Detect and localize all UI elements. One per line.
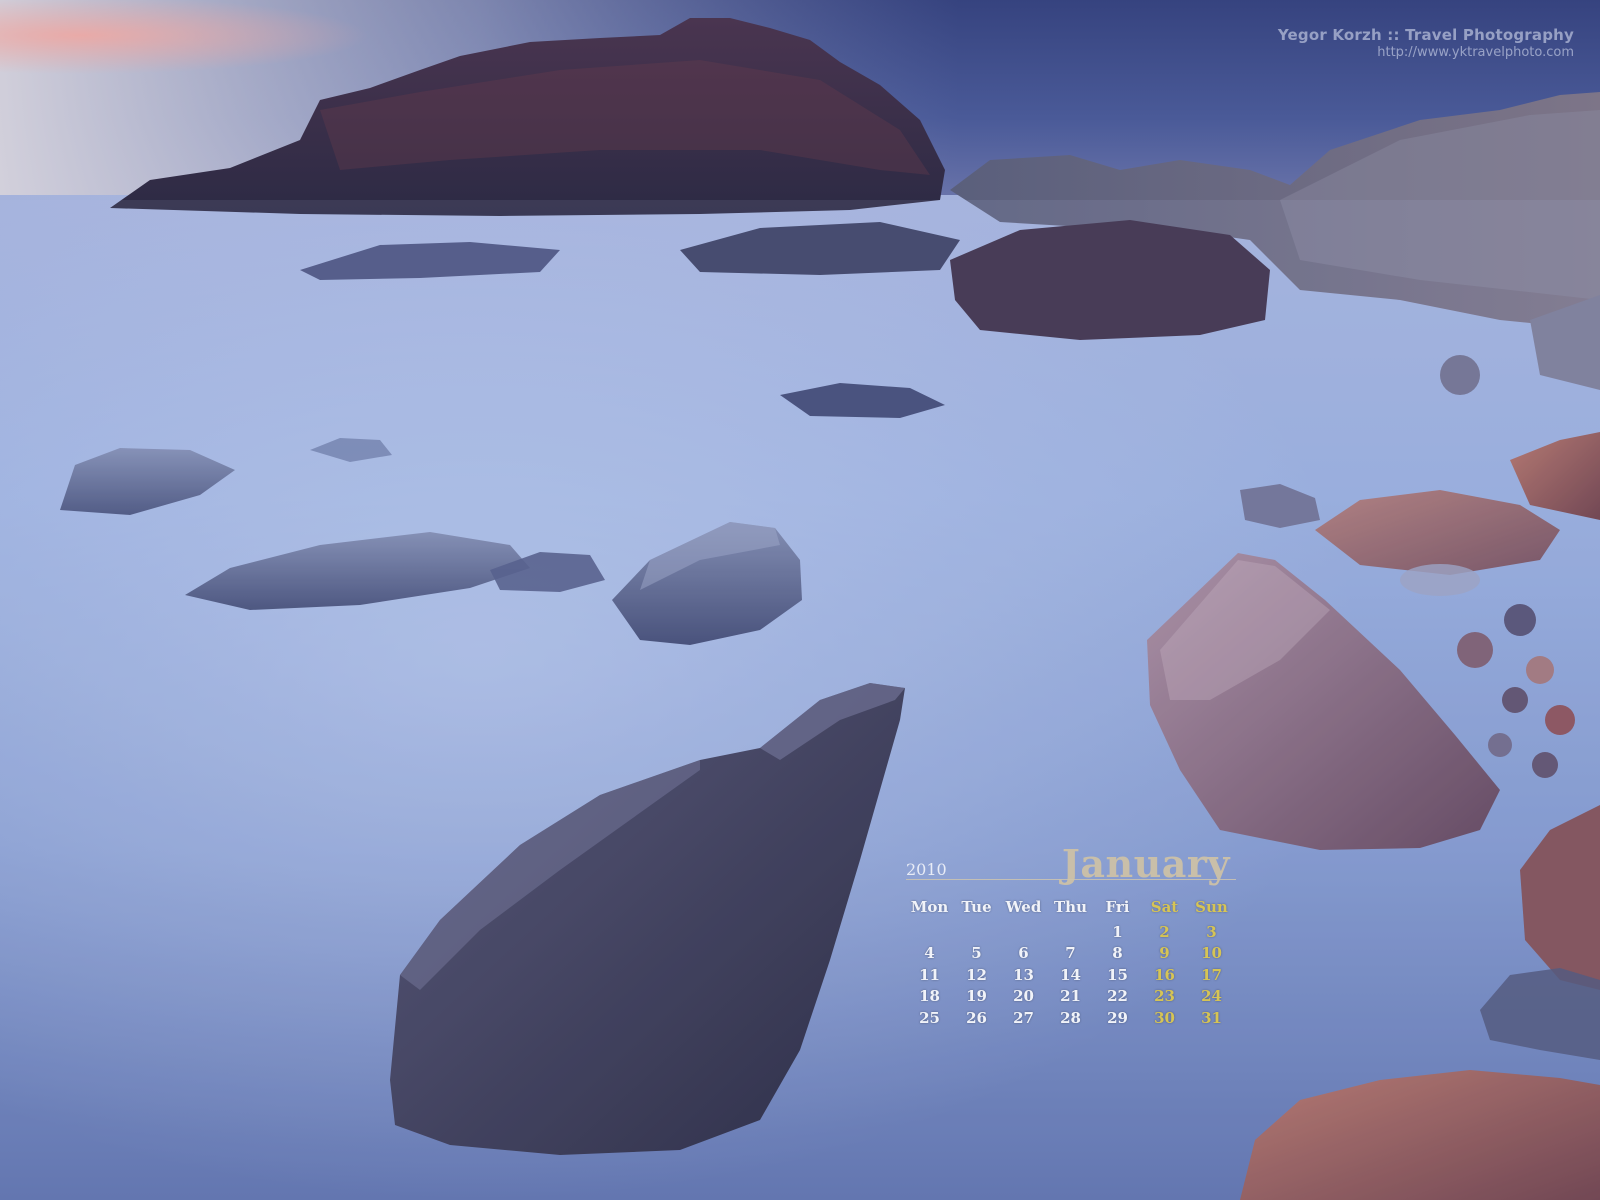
weekday-thu: Thu — [1054, 898, 1087, 916]
day-24: 24 — [1201, 987, 1222, 1005]
day-empty — [953, 923, 1000, 943]
day-28: 28 — [1060, 1008, 1081, 1027]
day-13: 13 — [1013, 965, 1034, 984]
day-20: 20 — [1013, 987, 1034, 1005]
day-3: 3 — [1206, 922, 1217, 941]
wallpaper: Yegor Korzh :: Travel Photography http:/… — [0, 0, 1600, 1200]
day-31: 31 — [1201, 1008, 1222, 1027]
day-6: 6 — [1018, 944, 1029, 962]
day-7: 7 — [1065, 944, 1076, 962]
seascape-photo — [0, 0, 1600, 1200]
weekday-wed: Wed — [1005, 898, 1042, 916]
calendar-header: 2010 January — [906, 841, 1236, 886]
day-9: 9 — [1159, 944, 1170, 962]
day-25: 25 — [919, 1008, 940, 1027]
day-16: 16 — [1154, 965, 1175, 984]
day-18: 18 — [919, 987, 940, 1005]
day-1: 1 — [1112, 922, 1123, 941]
day-8: 8 — [1112, 944, 1123, 962]
weekday-mon: Mon — [910, 898, 949, 916]
calendar-grid: Mon Tue Wed Thu Fri Sat Sun 1 2 3 4 5 6 7 8 9 10 11 12 13 14… — [906, 898, 1236, 1028]
day-10: 10 — [1201, 944, 1222, 962]
day-19: 19 — [966, 987, 987, 1005]
photographer-credit: Yegor Korzh :: Travel Photography http:/… — [1278, 26, 1574, 60]
day-empty — [906, 923, 953, 943]
day-17: 17 — [1201, 965, 1222, 984]
day-12: 12 — [966, 965, 987, 984]
day-29: 29 — [1107, 1008, 1128, 1027]
day-27: 27 — [1013, 1008, 1034, 1027]
weekday-tue: Tue — [961, 898, 992, 916]
day-4: 4 — [924, 944, 935, 962]
day-14: 14 — [1060, 965, 1081, 984]
calendar-year: 2010 — [906, 860, 947, 879]
day-21: 21 — [1060, 987, 1081, 1005]
day-23: 23 — [1154, 987, 1175, 1005]
day-11: 11 — [919, 965, 940, 984]
day-30: 30 — [1154, 1008, 1175, 1027]
day-26: 26 — [966, 1008, 987, 1027]
day-empty — [1047, 923, 1094, 943]
weekday-sat: Sat — [1150, 898, 1179, 916]
day-2: 2 — [1159, 922, 1170, 941]
day-22: 22 — [1107, 987, 1128, 1005]
day-5: 5 — [971, 944, 982, 962]
day-empty — [1000, 923, 1047, 943]
weekday-fri: Fri — [1105, 898, 1130, 916]
calendar-divider — [906, 879, 1236, 880]
calendar-widget: 2010 January Mon Tue Wed Thu Fri Sat Sun 1 2 3 4 5 6… — [906, 841, 1236, 1028]
credit-url: http://www.yktravelphoto.com — [1377, 45, 1574, 60]
credit-name: Yegor Korzh :: Travel Photography — [1277, 26, 1574, 44]
day-15: 15 — [1107, 965, 1128, 984]
weekday-sun: Sun — [1195, 898, 1228, 916]
